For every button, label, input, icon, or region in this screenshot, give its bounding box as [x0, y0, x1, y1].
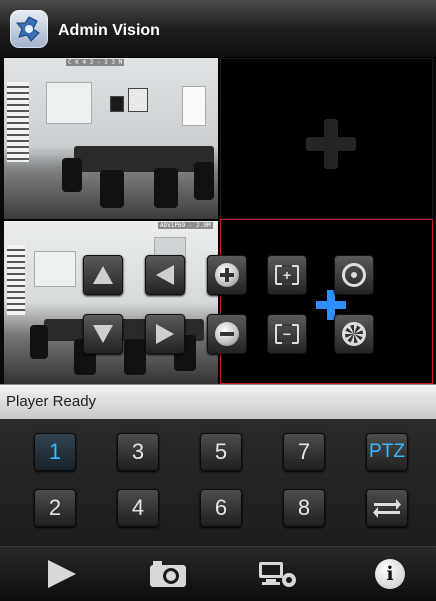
ptz-button[interactable]: PTZ	[366, 433, 408, 471]
tilt-down-button[interactable]	[83, 314, 123, 354]
channel-1-button[interactable]: 1	[34, 433, 76, 471]
arrow-left-icon	[156, 265, 174, 285]
pan-right-button[interactable]	[145, 314, 185, 354]
channel-3-button[interactable]: 3	[117, 433, 159, 471]
camera-slot-empty[interactable]	[220, 58, 433, 219]
camera-grid: C K 4 3 - 3 3 M ADVIP69 - 2.0M + −	[4, 58, 433, 384]
iris-close-button[interactable]	[334, 255, 374, 295]
camera-feed-1[interactable]: C K 4 3 - 3 3 M	[4, 58, 218, 219]
zoom-out-button[interactable]	[207, 314, 247, 354]
title-bar: Admin Vision	[0, 0, 436, 58]
iris-close-icon	[342, 263, 366, 287]
channel-8-button[interactable]: 8	[283, 489, 325, 527]
pan-left-button[interactable]	[145, 255, 185, 295]
zoom-in-icon	[215, 263, 239, 287]
camera-slot-selected[interactable]	[220, 219, 433, 384]
bottom-toolbar: i	[0, 546, 436, 601]
focus-in-icon: +	[275, 265, 299, 285]
device-settings-icon	[259, 562, 296, 587]
info-button[interactable]: i	[366, 555, 414, 593]
tilt-up-button[interactable]	[83, 255, 123, 295]
camera-osd-label: ADVIP69 - 2.0M	[158, 222, 213, 229]
camera-osd-label: C K 4 3 - 3 3 M	[66, 59, 125, 66]
app-logo-icon	[10, 10, 48, 48]
channel-keypad: 1 3 5 7 PTZ 2 4 6 8	[0, 419, 436, 546]
play-button[interactable]	[37, 555, 85, 593]
switch-stream-button[interactable]	[366, 489, 408, 527]
add-camera-icon[interactable]	[306, 119, 356, 169]
channel-5-button[interactable]: 5	[200, 433, 242, 471]
info-icon: i	[375, 559, 405, 589]
zoom-out-icon	[215, 322, 239, 346]
camera-snapshot-icon	[150, 561, 186, 587]
camera-feed-2[interactable]: ADVIP69 - 2.0M	[4, 221, 218, 384]
iris-open-icon	[342, 322, 366, 346]
status-bar: Player Ready	[0, 384, 436, 420]
focus-far-button[interactable]: −	[267, 314, 307, 354]
arrow-up-icon	[93, 266, 113, 284]
snapshot-button[interactable]	[144, 555, 192, 593]
iris-open-button[interactable]	[334, 314, 374, 354]
play-icon	[48, 560, 76, 588]
channel-4-button[interactable]: 4	[117, 489, 159, 527]
arrow-down-icon	[93, 325, 113, 343]
channel-6-button[interactable]: 6	[200, 489, 242, 527]
arrow-right-icon	[156, 324, 174, 344]
channel-7-button[interactable]: 7	[283, 433, 325, 471]
focus-out-icon: −	[275, 324, 299, 344]
status-text: Player Ready	[6, 393, 97, 410]
channel-2-button[interactable]: 2	[34, 489, 76, 527]
zoom-in-button[interactable]	[207, 255, 247, 295]
swap-arrows-icon	[373, 499, 401, 518]
app-title: Admin Vision	[58, 22, 160, 39]
focus-near-button[interactable]: +	[267, 255, 307, 295]
device-settings-button[interactable]	[253, 555, 301, 593]
